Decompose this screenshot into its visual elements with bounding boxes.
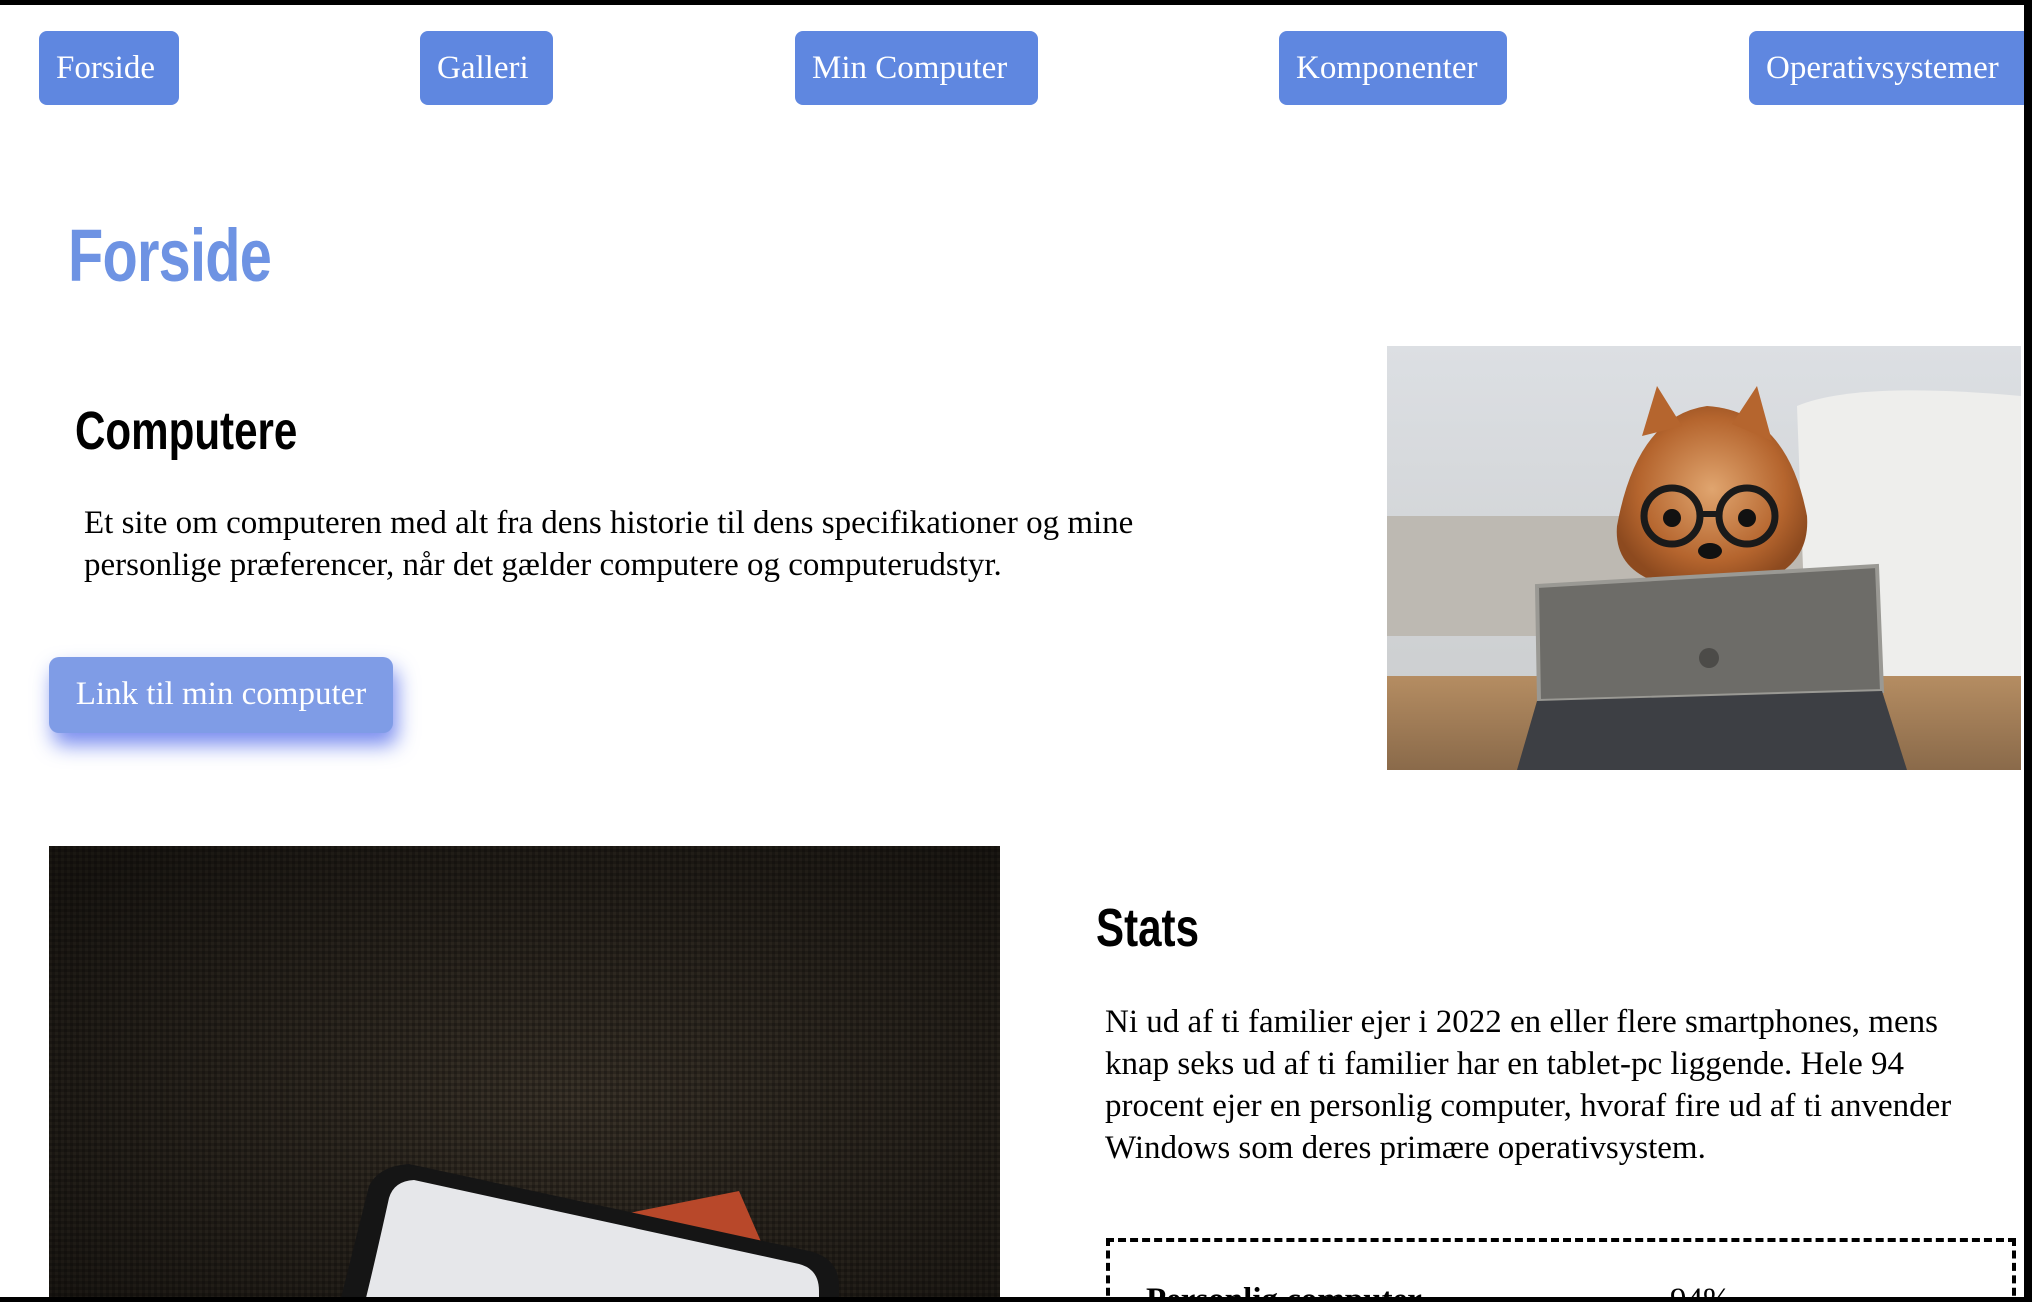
stats-row-label: Personlig computer: [1146, 1282, 1422, 1297]
stats-row-value: 94%: [1670, 1282, 1731, 1297]
stats-text: Ni ud af ti familier ejer i 2022 en elle…: [1105, 1004, 1952, 1166]
stats-heading: Stats: [1096, 898, 1199, 958]
intro-heading: Computere: [75, 401, 298, 461]
page-title: Forside: [68, 214, 272, 297]
nav-item-galleri[interactable]: Galleri: [420, 31, 553, 105]
nav-item-min-computer[interactable]: Min Computer: [795, 31, 1038, 105]
page: Forside Galleri Min Computer Komponenter…: [0, 5, 2024, 1297]
nav-item-operativsystemer[interactable]: Operativsystemer: [1749, 31, 2024, 105]
laptop-on-fabric-image: [49, 846, 1000, 1297]
nav-item-komponenter[interactable]: Komponenter: [1279, 31, 1507, 105]
dog-with-tablet-image: [1387, 346, 2021, 770]
min-computer-link-button[interactable]: Link til min computer: [49, 657, 393, 733]
nav-item-forside[interactable]: Forside: [39, 31, 179, 105]
intro-text: Et site om computeren med alt fra dens h…: [84, 505, 1134, 583]
stats-table: Personlig computer 94%: [1106, 1238, 2016, 1297]
